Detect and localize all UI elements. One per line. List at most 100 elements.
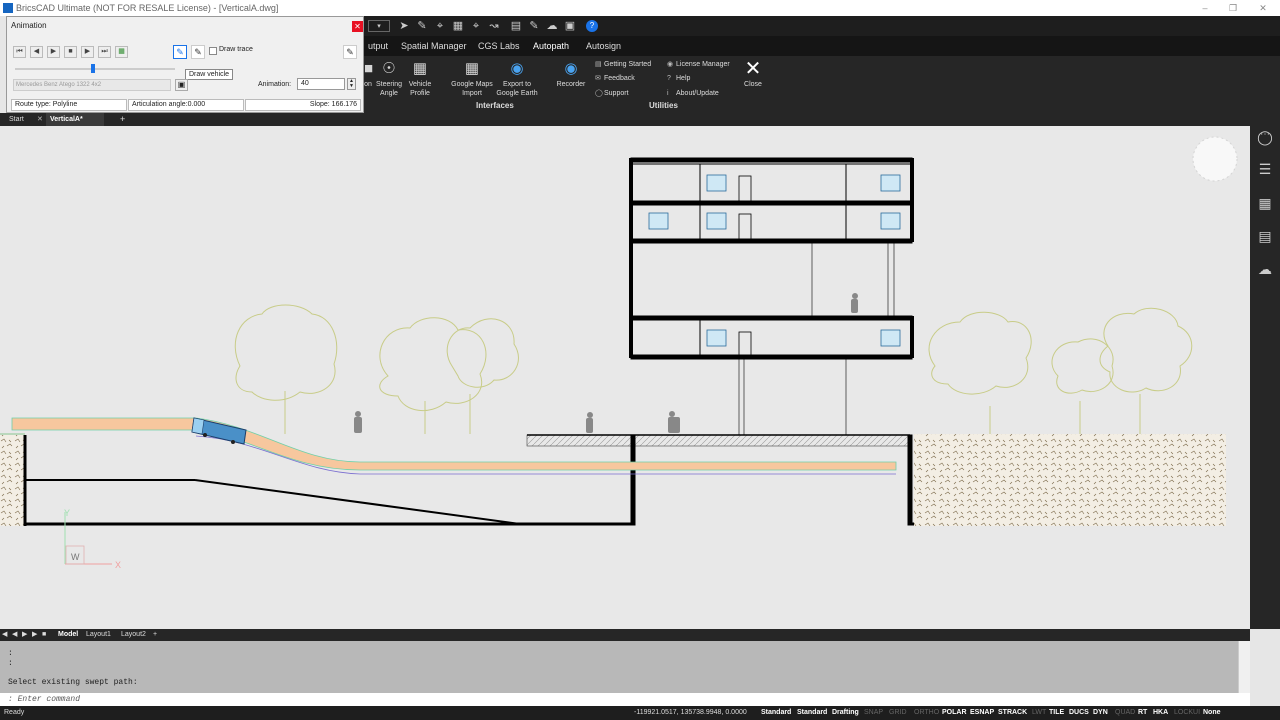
draw-vehicle-button[interactable]: ✎ bbox=[173, 45, 187, 59]
about-update-link[interactable]: i About/Update bbox=[667, 89, 719, 99]
last-frame-icon[interactable]: ⏭ bbox=[98, 46, 111, 58]
add-tab-button[interactable]: + bbox=[116, 113, 129, 126]
help-icon[interactable]: ? bbox=[586, 20, 598, 32]
tab-spatial-manager[interactable]: Spatial Manager bbox=[397, 36, 471, 56]
next-layout-icon[interactable]: ▶ bbox=[22, 629, 27, 641]
lightbulb-icon[interactable]: ◯ bbox=[1256, 128, 1274, 146]
articulation-field: Articulation angle:0.000 bbox=[128, 99, 244, 111]
status-toggle-tile[interactable]: TILE bbox=[1047, 706, 1066, 720]
next-frame-icon[interactable]: ▶ bbox=[81, 46, 94, 58]
pencil-tool-icon[interactable]: ✎ bbox=[416, 20, 428, 32]
feedback-link[interactable]: ✉ Feedback bbox=[595, 74, 635, 84]
status-toggle-esnap[interactable]: ESNAP bbox=[968, 706, 996, 720]
steering-angle-button[interactable]: ☉ Steering Angle bbox=[374, 60, 404, 98]
add-layout-button[interactable]: + bbox=[153, 629, 157, 641]
trees bbox=[234, 304, 1193, 434]
cloud-icon[interactable]: ☁ bbox=[546, 20, 558, 32]
status-toggle-none[interactable]: None bbox=[1201, 706, 1223, 720]
command-scrollbar[interactable] bbox=[1238, 641, 1250, 693]
restore-icon[interactable]: ❐ bbox=[1224, 0, 1242, 16]
last-layout-icon[interactable]: ▶ bbox=[32, 629, 37, 641]
status-toggle-hka[interactable]: HKA bbox=[1151, 706, 1170, 720]
vehicle-profile-button[interactable]: ▦ Vehicle Profile bbox=[406, 60, 434, 98]
window-title: BricsCAD Ultimate (NOT FOR RESALE Licens… bbox=[16, 3, 279, 13]
navigation-compass[interactable] bbox=[1192, 136, 1238, 182]
route-type-field: Route type: Polyline bbox=[11, 99, 127, 111]
arrow-tool-icon[interactable]: ➤ bbox=[398, 20, 410, 32]
status-toggle-ortho[interactable]: ORTHO bbox=[912, 706, 941, 720]
status-toggle-quad[interactable]: QUAD bbox=[1113, 706, 1137, 720]
settings-icon[interactable]: ✎ bbox=[343, 45, 357, 59]
drawing-canvas[interactable]: Y X W bbox=[0, 126, 1250, 629]
tab-layout1[interactable]: Layout1 bbox=[86, 629, 111, 641]
pencil-icon[interactable]: ✎ bbox=[191, 45, 205, 59]
command-input[interactable]: : Enter command bbox=[0, 693, 1250, 706]
sliders-icon[interactable]: ☰ bbox=[1256, 160, 1274, 178]
status-toggle-polar[interactable]: POLAR bbox=[940, 706, 969, 720]
tab-autopath[interactable]: Autopath bbox=[529, 36, 573, 56]
getting-started-link[interactable]: ▤ Getting Started bbox=[595, 60, 651, 70]
google-maps-import-button[interactable]: ▦ Google Maps Import bbox=[450, 60, 494, 98]
animation-input[interactable]: 40 bbox=[297, 78, 345, 90]
tab-verticala[interactable]: VerticalA* bbox=[46, 113, 104, 126]
tab-output[interactable]: utput bbox=[364, 36, 392, 56]
status-toggle-lwt[interactable]: LWT bbox=[1030, 706, 1048, 720]
previous-frame-icon[interactable]: ◀ bbox=[30, 46, 43, 58]
animation-slider[interactable] bbox=[15, 64, 175, 73]
license-manager-link[interactable]: ◉ License Manager bbox=[667, 60, 730, 70]
animation-spinner[interactable]: ▲ ▼ bbox=[347, 78, 356, 90]
grid-tool-icon[interactable]: ▦ bbox=[452, 20, 464, 32]
first-layout-icon[interactable]: ◀ bbox=[2, 629, 7, 641]
status-toggle-dyn[interactable]: DYN bbox=[1091, 706, 1110, 720]
animation-label: Animation: bbox=[258, 81, 292, 88]
first-frame-icon[interactable]: ⏮ bbox=[13, 46, 26, 58]
eraser-icon[interactable]: ✎ bbox=[528, 20, 540, 32]
support-link[interactable]: ◯Support bbox=[595, 89, 629, 99]
node-tool-icon[interactable]: ⌖ bbox=[470, 20, 482, 32]
status-toggle-snap[interactable]: SNAP bbox=[862, 706, 885, 720]
status-toggle-standard[interactable]: Standard bbox=[759, 706, 793, 720]
slider-thumb[interactable] bbox=[91, 64, 95, 73]
feedback-label: Feedback bbox=[604, 75, 635, 82]
structure-icon[interactable]: ▤ bbox=[1256, 227, 1274, 245]
tab-cgs-labs[interactable]: CGS Labs bbox=[474, 36, 524, 56]
play-icon[interactable]: ▶ bbox=[47, 46, 60, 58]
dimension-tool-icon[interactable]: ↝ bbox=[488, 20, 500, 32]
export-google-earth-button[interactable]: ◉ Export to Google Earth bbox=[496, 60, 538, 98]
status-toggle-ducs[interactable]: DUCS bbox=[1067, 706, 1091, 720]
question-icon: ? bbox=[667, 75, 671, 82]
cloud-upload-icon[interactable]: ☁ bbox=[1256, 260, 1274, 278]
hatch-icon[interactable]: ▦ bbox=[1256, 194, 1274, 212]
close-tab-icon[interactable]: ✕ bbox=[33, 113, 47, 126]
minimize-icon[interactable]: – bbox=[1196, 0, 1214, 16]
vehicle-select[interactable]: Mercedes Benz Atego 1322 4x2 bbox=[13, 79, 171, 91]
recorder-button[interactable]: ◉ Recorder bbox=[554, 60, 588, 89]
prev-layout-icon[interactable]: ◀ bbox=[12, 629, 17, 641]
layout-list-icon[interactable]: ■ bbox=[42, 629, 46, 641]
draw-trace-checkbox[interactable] bbox=[209, 47, 217, 55]
status-toggle-lockui[interactable]: LOCKUI bbox=[1172, 706, 1202, 720]
close-window-icon[interactable]: ✕ bbox=[1254, 0, 1272, 16]
vehicle-icon[interactable]: ▣ bbox=[175, 79, 188, 91]
truncated-button[interactable]: ■ on bbox=[364, 60, 373, 89]
snap-tool-icon[interactable]: ⌖ bbox=[434, 20, 446, 32]
image-icon[interactable]: ▣ bbox=[564, 20, 576, 32]
workspace-dropdown[interactable]: ▾ bbox=[368, 20, 390, 32]
close-ribbon-button[interactable]: ✕ Close bbox=[740, 59, 766, 89]
dialog-close-icon[interactable]: ✕ bbox=[352, 21, 363, 32]
truncated-label: on bbox=[364, 81, 372, 88]
help-link[interactable]: ? Help bbox=[667, 74, 690, 84]
status-toggle-strack[interactable]: STRACK bbox=[996, 706, 1029, 720]
tab-start[interactable]: Start bbox=[5, 113, 28, 126]
stop-icon[interactable]: ■ bbox=[64, 46, 77, 58]
record-icon[interactable]: ▦ bbox=[115, 46, 128, 58]
status-toggle-rt[interactable]: RT bbox=[1136, 706, 1149, 720]
status-toggle-drafting[interactable]: Drafting bbox=[830, 706, 861, 720]
calculator-icon[interactable]: ▤ bbox=[510, 20, 522, 32]
tab-autosign[interactable]: Autosign bbox=[582, 36, 625, 56]
status-toggle-grid[interactable]: GRID bbox=[887, 706, 909, 720]
about-update-label: About/Update bbox=[676, 90, 719, 97]
status-toggle-standard[interactable]: Standard bbox=[795, 706, 829, 720]
tab-layout2[interactable]: Layout2 bbox=[121, 629, 146, 641]
tab-model[interactable]: Model bbox=[58, 629, 78, 641]
